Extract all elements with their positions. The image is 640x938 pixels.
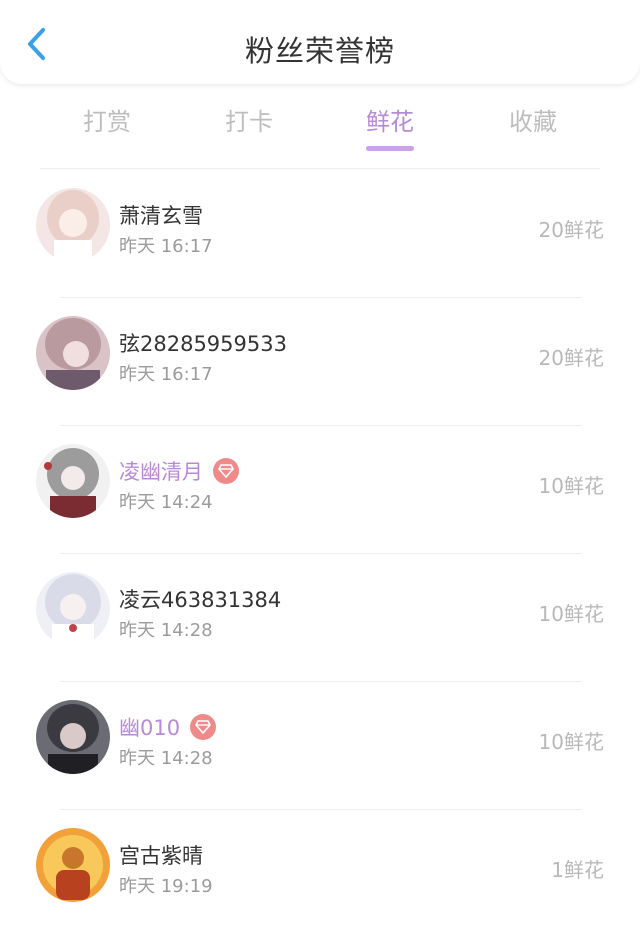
fan-time: 昨天 16:17: [119, 364, 213, 385]
fan-time: 昨天 14:24: [119, 492, 213, 513]
vip-diamond-icon: [213, 458, 239, 484]
avatar[interactable]: [36, 828, 110, 902]
avatar[interactable]: [36, 572, 110, 646]
flower-count: 20鲜花: [538, 346, 604, 370]
fan-time: 昨天 19:19: [119, 876, 213, 897]
fan-name: 弦28285959533: [119, 332, 287, 356]
flower-count: 20鲜花: [538, 218, 604, 242]
fan-time: 昨天 16:17: [119, 236, 213, 257]
tab-checkin[interactable]: 打卡: [189, 102, 309, 137]
list-item[interactable]: 凌幽清月 昨天 14:24 10鲜花: [0, 426, 640, 554]
fan-time: 昨天 14:28: [119, 620, 213, 641]
fan-name: 凌幽清月: [119, 456, 239, 486]
list-item[interactable]: 幽010 昨天 14:28 10鲜花: [0, 682, 640, 810]
flower-count: 10鲜花: [538, 730, 604, 754]
fan-name: 幽010: [119, 712, 217, 742]
vip-diamond-icon: [190, 714, 217, 740]
active-tab-indicator: [366, 146, 414, 151]
fan-name: 宫古紫晴: [119, 844, 203, 868]
fan-name: 萧清玄雪: [119, 204, 203, 228]
tab-bar: 打赏 打卡 鲜花 收藏: [0, 92, 640, 152]
list-item[interactable]: 萧清玄雪 昨天 16:17 20鲜花: [0, 170, 640, 298]
fan-name: 凌云463831384: [119, 588, 282, 612]
flower-count: 10鲜花: [538, 602, 604, 626]
divider: [40, 168, 600, 169]
fan-list: 萧清玄雪 昨天 16:17 20鲜花 弦28285959533 昨天 16:17…: [0, 170, 640, 938]
top-bar: 粉丝荣誉榜: [0, 0, 640, 84]
list-item[interactable]: 弦28285959533 昨天 16:17 20鲜花: [0, 298, 640, 426]
avatar[interactable]: [36, 444, 110, 518]
avatar[interactable]: [36, 316, 110, 390]
tab-flowers[interactable]: 鲜花: [330, 102, 450, 151]
flower-count: 10鲜花: [538, 474, 604, 498]
tab-favorites[interactable]: 收藏: [473, 102, 593, 137]
list-item[interactable]: 凌云463831384 昨天 14:28 10鲜花: [0, 554, 640, 682]
avatar[interactable]: [36, 700, 110, 774]
fan-time: 昨天 14:28: [119, 748, 213, 769]
list-item[interactable]: 宫古紫晴 昨天 19:19 1鲜花: [0, 810, 640, 938]
page-title: 粉丝荣誉榜: [244, 34, 395, 68]
tab-reward[interactable]: 打赏: [47, 102, 167, 137]
flower-count: 1鲜花: [551, 858, 604, 882]
avatar[interactable]: [36, 188, 110, 262]
